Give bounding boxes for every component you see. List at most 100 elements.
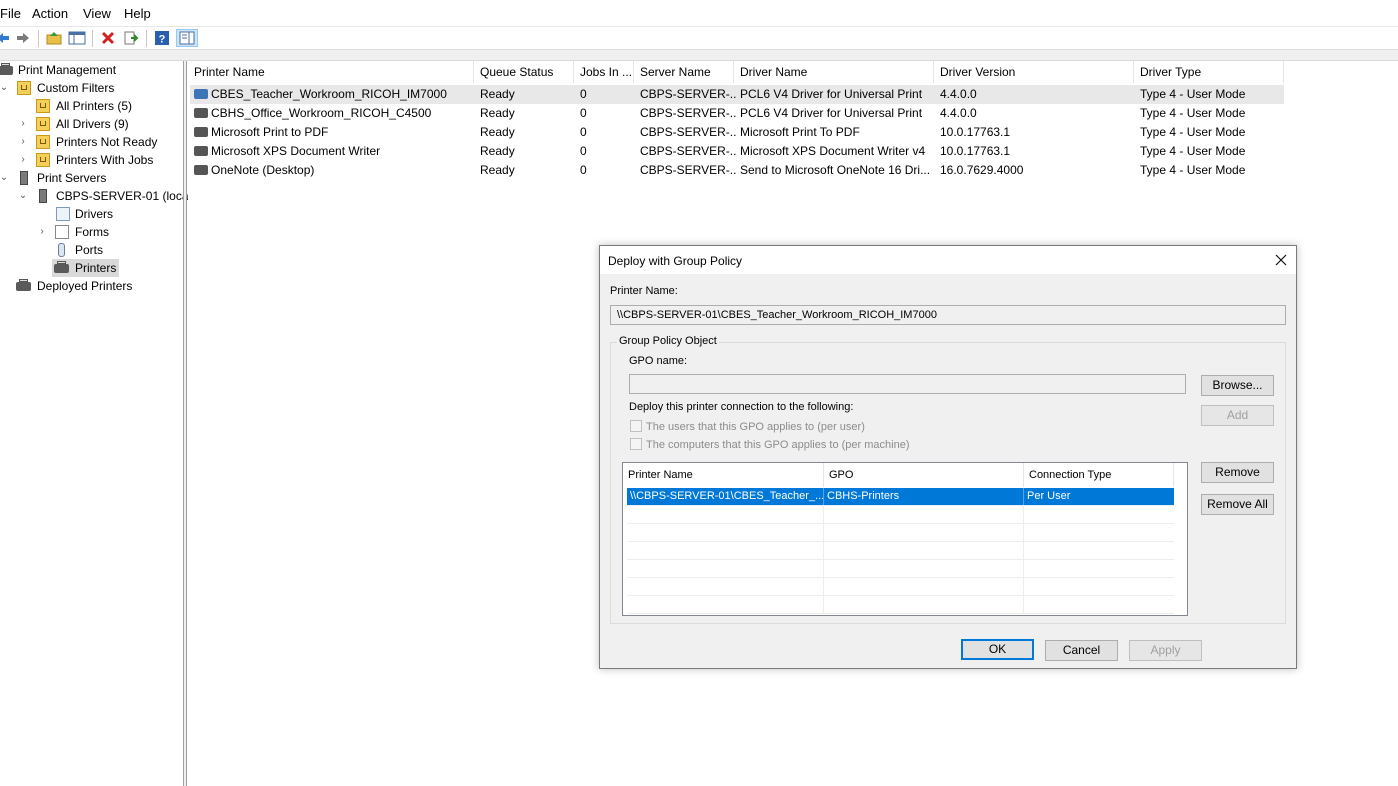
dialog-title: Deploy with Group Policy bbox=[608, 254, 743, 268]
action-pane-icon[interactable] bbox=[176, 29, 198, 47]
export-list-icon[interactable] bbox=[122, 29, 140, 47]
toolbar: ? bbox=[0, 27, 1398, 50]
tree-label: Custom Filters bbox=[37, 81, 115, 95]
deploy-to-label: Deploy this printer connection to the fo… bbox=[629, 401, 854, 413]
tree-label: Printers With Jobs bbox=[56, 153, 154, 167]
toolbar-strip bbox=[0, 50, 1398, 61]
tree-label: Printers Not Ready bbox=[56, 135, 158, 149]
table-row[interactable]: CBES_Teacher_Workroom_RICOH_IM7000 Ready… bbox=[190, 85, 1284, 104]
tree-label: All Printers (5) bbox=[56, 99, 133, 113]
deployed-gpo-list[interactable]: Printer Name GPO Connection Type \\CBPS-… bbox=[622, 462, 1188, 616]
group-policy-legend: Group Policy Object bbox=[617, 335, 719, 347]
column-header-driver-version[interactable]: Driver Version bbox=[934, 61, 1134, 83]
remove-all-button[interactable]: Remove All bbox=[1201, 494, 1274, 515]
empty-row bbox=[627, 542, 1174, 560]
menu-action[interactable]: Action bbox=[32, 6, 68, 21]
apply-button[interactable]: Apply bbox=[1129, 640, 1202, 661]
column-header-printer-name[interactable]: Printer Name bbox=[623, 463, 824, 487]
printer-icon bbox=[194, 146, 208, 156]
column-header-driver-type[interactable]: Driver Type bbox=[1134, 61, 1284, 83]
filter-icon bbox=[36, 153, 50, 167]
print-management-icon bbox=[0, 63, 13, 75]
svg-text:?: ? bbox=[159, 34, 166, 46]
tree-label: Deployed Printers bbox=[37, 279, 133, 293]
expand-chevron-icon[interactable]: › bbox=[37, 223, 47, 241]
column-header-driver-name[interactable]: Driver Name bbox=[734, 61, 934, 83]
table-row[interactable]: Microsoft XPS Document Writer Ready 0 CB… bbox=[190, 142, 1284, 161]
column-header-printer-name[interactable]: Printer Name bbox=[188, 61, 474, 83]
tree-label: Forms bbox=[75, 225, 109, 239]
table-row[interactable]: Microsoft Print to PDF Ready 0 CBPS-SERV… bbox=[190, 123, 1284, 142]
browse-button[interactable]: Browse... bbox=[1201, 375, 1274, 396]
per-machine-checkbox[interactable] bbox=[630, 438, 642, 450]
table-row[interactable]: OneNote (Desktop) Ready 0 CBPS-SERVER-..… bbox=[190, 161, 1284, 180]
printer-icon bbox=[194, 127, 208, 137]
filter-icon bbox=[36, 99, 50, 113]
column-header-jobs[interactable]: Jobs In ... bbox=[574, 61, 634, 83]
tree-label: Print Management bbox=[18, 63, 117, 77]
pane-splitter[interactable] bbox=[183, 61, 187, 786]
filter-folder-icon bbox=[17, 81, 31, 95]
tree-label: Printers bbox=[75, 261, 117, 275]
filter-icon bbox=[36, 117, 50, 131]
dialog-titlebar[interactable]: Deploy with Group Policy bbox=[600, 246, 1296, 274]
collapse-chevron-icon[interactable]: ⌄ bbox=[0, 79, 9, 97]
deploy-gpo-dialog: Deploy with Group Policy Printer Name: \… bbox=[599, 245, 1297, 669]
menu-file[interactable]: File bbox=[0, 6, 21, 21]
server-icon bbox=[20, 171, 28, 185]
collapse-chevron-icon[interactable]: ⌄ bbox=[0, 169, 9, 187]
help-icon[interactable]: ? bbox=[153, 29, 171, 47]
empty-row bbox=[627, 506, 1174, 524]
column-header-queue-status[interactable]: Queue Status bbox=[474, 61, 574, 83]
ports-icon bbox=[58, 243, 65, 257]
per-user-label: The users that this GPO applies to (per … bbox=[646, 421, 865, 433]
gpo-name-label: GPO name: bbox=[629, 355, 688, 367]
server-icon bbox=[39, 189, 47, 203]
cancel-button[interactable]: Cancel bbox=[1045, 640, 1118, 661]
empty-row bbox=[627, 578, 1174, 596]
expand-chevron-icon[interactable]: › bbox=[18, 151, 28, 169]
column-header-server-name[interactable]: Server Name bbox=[634, 61, 734, 83]
empty-row bbox=[627, 524, 1174, 542]
column-header-gpo[interactable]: GPO bbox=[824, 463, 1024, 487]
console-tree[interactable]: Print Management ⌄ Custom Filters All Pr… bbox=[0, 61, 195, 786]
printer-icon bbox=[194, 108, 208, 118]
menu-view[interactable]: View bbox=[83, 6, 111, 21]
tree-label: Drivers bbox=[75, 207, 113, 221]
forms-icon bbox=[55, 225, 69, 239]
tree-label: Ports bbox=[75, 243, 104, 257]
remove-button[interactable]: Remove bbox=[1201, 462, 1274, 483]
menu-bar: File Action View Help bbox=[0, 0, 1398, 27]
expand-chevron-icon[interactable]: › bbox=[18, 115, 28, 133]
printer-name-field: \\CBPS-SERVER-01\CBES_Teacher_Workroom_R… bbox=[610, 305, 1286, 325]
add-button[interactable]: Add bbox=[1201, 405, 1274, 426]
up-folder-icon[interactable] bbox=[45, 29, 63, 47]
show-hide-tree-icon[interactable] bbox=[68, 29, 86, 47]
tree-label: Print Servers bbox=[37, 171, 107, 185]
ok-button[interactable]: OK bbox=[961, 639, 1034, 660]
tree-label: All Drivers (9) bbox=[56, 117, 129, 131]
printer-icon bbox=[194, 165, 208, 175]
back-arrow-icon[interactable] bbox=[0, 29, 12, 47]
forward-arrow-icon[interactable] bbox=[14, 29, 32, 47]
collapse-chevron-icon[interactable]: ⌄ bbox=[18, 187, 28, 205]
tree-label: CBPS-SERVER-01 (local) bbox=[56, 189, 196, 203]
printer-icon bbox=[16, 279, 31, 291]
table-row[interactable]: \\CBPS-SERVER-01\CBES_Teacher_... CBHS-P… bbox=[627, 488, 1174, 506]
column-header-connection-type[interactable]: Connection Type bbox=[1024, 463, 1174, 487]
empty-row bbox=[627, 560, 1174, 578]
shared-printer-icon bbox=[194, 89, 208, 99]
printer-name-label: Printer Name: bbox=[610, 285, 678, 297]
per-machine-label: The computers that this GPO applies to (… bbox=[646, 439, 910, 451]
per-user-checkbox[interactable] bbox=[630, 420, 642, 432]
menu-help[interactable]: Help bbox=[124, 6, 151, 21]
filter-icon bbox=[36, 135, 50, 149]
table-row[interactable]: CBHS_Office_Workroom_RICOH_C4500 Ready 0… bbox=[190, 104, 1284, 123]
expand-chevron-icon[interactable]: › bbox=[18, 133, 28, 151]
drivers-icon bbox=[56, 207, 70, 221]
gpo-name-input[interactable] bbox=[629, 374, 1186, 394]
printer-icon bbox=[54, 261, 69, 273]
close-icon[interactable] bbox=[1272, 251, 1290, 269]
delete-icon[interactable] bbox=[99, 29, 117, 47]
empty-row bbox=[627, 596, 1174, 614]
